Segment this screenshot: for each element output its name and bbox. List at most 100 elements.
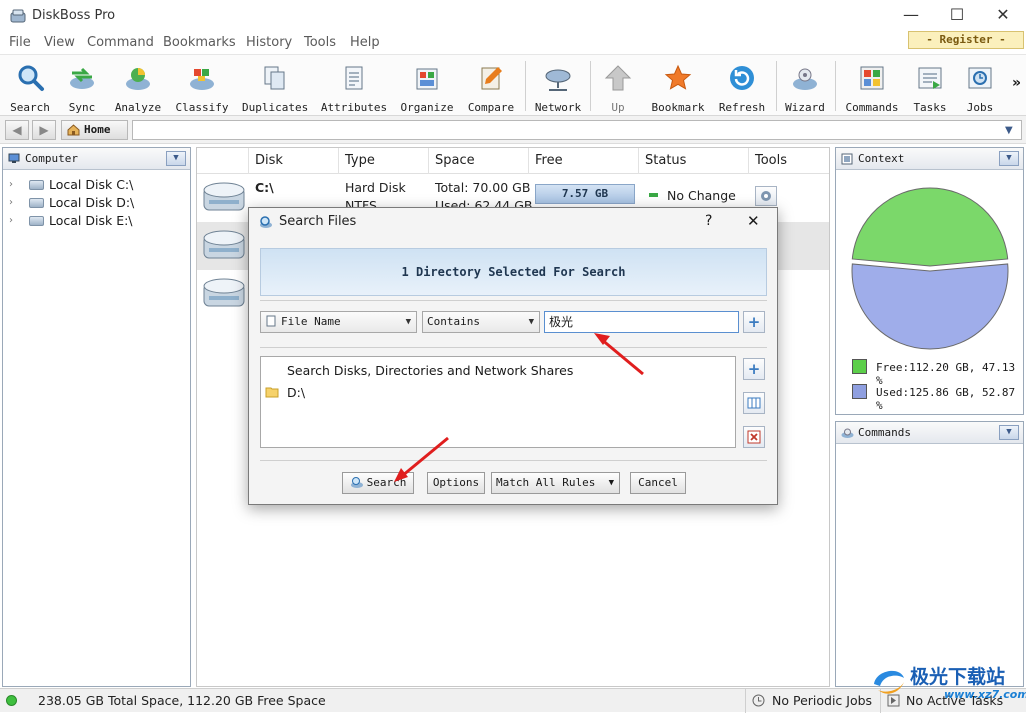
clock-icon — [752, 694, 765, 707]
disk-tools-button[interactable] — [755, 186, 777, 206]
toolbar-analyze-button[interactable]: Analyze — [112, 63, 164, 114]
divider — [745, 689, 746, 713]
column-free[interactable]: Free — [529, 148, 639, 174]
remove-directory-button[interactable] — [743, 426, 765, 448]
menu-view[interactable]: View — [44, 35, 75, 50]
cancel-button[interactable]: Cancel — [630, 472, 686, 494]
menu-history[interactable]: History — [246, 35, 292, 50]
commands-panel: Commands ▼ — [835, 421, 1024, 687]
options-button[interactable]: Options — [427, 472, 485, 494]
commands-icon — [841, 428, 854, 438]
toolbar-attributes-button[interactable]: Attributes — [320, 63, 388, 114]
pie-slice-used — [851, 263, 1009, 350]
toolbar-search-button[interactable]: Search — [6, 63, 54, 114]
divider — [260, 300, 767, 301]
expand-icon[interactable]: › — [9, 176, 13, 194]
computer-panel-dropdown[interactable]: ▼ — [166, 151, 186, 166]
context-panel: Context ▼ Free:112.20 GB, 47.13 % Used:1… — [835, 147, 1024, 415]
directories-header: Search Disks, Directories and Network Sh… — [287, 363, 574, 378]
disk-status: No Change — [667, 188, 736, 203]
computer-panel: Computer ▼ › Local Disk C:\ › Local Disk D… — [2, 147, 191, 687]
directories-list[interactable]: Search Disks, Directories and Network Sh… — [260, 356, 736, 448]
commands-panel-dropdown[interactable]: ▼ — [999, 425, 1019, 440]
path-input[interactable] — [132, 120, 1022, 140]
toolbar-tasks-button[interactable]: Tasks — [910, 63, 950, 114]
toolbar-wizard-button[interactable]: Wizard — [782, 63, 828, 114]
toolbar-classify-button[interactable]: Classify — [174, 63, 230, 114]
tree-item-local-disk-d[interactable]: › Local Disk D:\ — [3, 194, 190, 212]
duplicates-icon — [264, 66, 285, 90]
back-button[interactable]: ◀ — [5, 120, 29, 140]
list-icon — [747, 397, 761, 409]
add-directory-button[interactable]: + — [743, 358, 765, 380]
forward-button[interactable]: ▶ — [32, 120, 56, 140]
register-button[interactable]: - Register - — [908, 31, 1024, 49]
toolbar-commands-button[interactable]: Commands — [842, 63, 902, 114]
hard-disk-icon — [203, 230, 245, 259]
search-button[interactable]: Search — [342, 472, 414, 494]
toolbar-network-button[interactable]: Network — [533, 63, 583, 114]
toolbar-up-button[interactable]: Up — [598, 63, 638, 114]
field-select[interactable]: File Name ▼ — [260, 311, 417, 333]
context-panel-dropdown[interactable]: ▼ — [999, 151, 1019, 166]
column-tools[interactable]: Tools — [749, 148, 829, 174]
arrow-right-icon: ▶ — [39, 123, 49, 137]
chevron-down-icon: ▼ — [608, 478, 614, 488]
free-space-bar: 7.57 GB — [535, 184, 635, 204]
toolbar-organize-button[interactable]: Organize — [399, 63, 455, 114]
dialog-banner: 1 Directory Selected For Search — [260, 248, 767, 296]
toolbar-separator — [835, 61, 836, 111]
plus-icon: + — [747, 360, 761, 378]
disk-table-header: Disk Type Space Free Status Tools — [197, 148, 829, 174]
toolbar-jobs-button[interactable]: Jobs — [960, 63, 1000, 114]
path-dropdown-icon[interactable]: ▼ — [1005, 125, 1013, 136]
expand-icon[interactable]: › — [9, 212, 13, 230]
condition-select[interactable]: Contains ▼ — [422, 311, 540, 333]
analyze-icon — [126, 68, 150, 90]
column-type[interactable]: Type — [339, 148, 429, 174]
context-panel-header: Context ▼ — [836, 148, 1023, 170]
directory-item[interactable]: D:\ — [287, 385, 305, 400]
dialog-title: Search Files — [279, 214, 357, 229]
menu-bookmarks[interactable]: Bookmarks — [163, 35, 236, 50]
toolbar-refresh-button[interactable]: Refresh — [716, 63, 768, 114]
toolbar-bookmark-button[interactable]: Bookmark — [650, 63, 706, 114]
chevron-down-icon: ▼ — [405, 317, 411, 327]
toolbar-duplicates-button[interactable]: Duplicates — [242, 63, 308, 114]
toolbar-sync-button[interactable]: Sync — [60, 63, 104, 114]
jobs-icon — [968, 67, 992, 89]
attributes-icon — [345, 66, 363, 90]
status-icon — [649, 193, 658, 197]
menu-bar: File View Command Bookmarks History Tool… — [0, 32, 1026, 54]
tree-item-local-disk-e[interactable]: › Local Disk E:\ — [3, 212, 190, 230]
pie-slice-free — [851, 187, 1009, 267]
expand-icon[interactable]: › — [9, 194, 13, 212]
toolbar-overflow-button[interactable]: » — [1012, 75, 1021, 91]
help-button[interactable]: ? — [705, 213, 712, 229]
maximize-button[interactable]: ☐ — [934, 4, 980, 28]
menu-tools[interactable]: Tools — [304, 35, 336, 50]
close-button[interactable]: ✕ — [980, 4, 1026, 28]
search-query-input[interactable]: 极光 — [544, 311, 739, 333]
column-disk[interactable]: Disk — [249, 148, 339, 174]
match-rules-select[interactable]: Match All Rules ▼ — [491, 472, 620, 494]
menu-command[interactable]: Command — [87, 35, 154, 50]
column-status[interactable]: Status — [639, 148, 749, 174]
column-space[interactable]: Space — [429, 148, 529, 174]
toolbar-compare-button[interactable]: Compare — [466, 63, 516, 114]
disk-icon — [29, 198, 44, 208]
watermark-text: 极光下载站 — [910, 666, 1006, 688]
search-icon — [18, 65, 44, 91]
browse-directory-button[interactable] — [743, 392, 765, 414]
star-icon — [664, 64, 692, 90]
navigation-bar: ◀ ▶ Home ▼ — [0, 116, 1026, 144]
menu-help[interactable]: Help — [350, 35, 380, 50]
tree-item-local-disk-c[interactable]: › Local Disk C:\ — [3, 176, 190, 194]
add-rule-button[interactable]: + — [743, 311, 765, 333]
disk-total-space: Total: 70.00 GB — [435, 180, 531, 195]
menu-file[interactable]: File — [9, 35, 31, 50]
search-files-dialog: Search Files ? ✕ 1 Directory Selected Fo… — [248, 207, 778, 505]
home-button[interactable]: Home — [61, 120, 128, 140]
dialog-close-button[interactable]: ✕ — [747, 212, 760, 230]
minimize-button[interactable]: — — [888, 4, 934, 28]
